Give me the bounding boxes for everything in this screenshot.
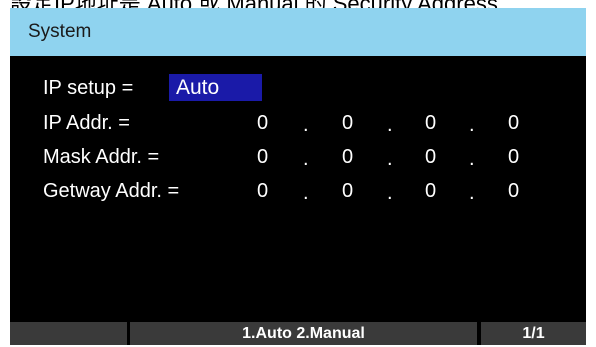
title-bar: System — [10, 8, 586, 56]
softkey-bar: 1.Auto 2.Manual 1/1 — [10, 320, 586, 345]
softkey-page-indicator[interactable]: 1/1 — [481, 322, 586, 345]
mask-addr-octet-1[interactable]: 0 — [257, 146, 268, 169]
mask-addr-octet-4[interactable]: 0 — [508, 146, 519, 169]
softkey-left[interactable] — [10, 322, 127, 345]
document-caption: 設定IP地址是 Auto 或 Manual 的 Security Address — [10, 0, 498, 8]
ip-addr-octet-3[interactable]: 0 — [425, 112, 436, 135]
ip-setup-label: IP setup = — [43, 77, 134, 99]
octet-separator: . — [469, 148, 475, 170]
mask-addr-octet-3[interactable]: 0 — [425, 146, 436, 169]
ip-addr-octet-2[interactable]: 0 — [342, 112, 353, 135]
octet-separator: . — [387, 148, 393, 170]
octet-separator: . — [387, 182, 393, 204]
octet-separator: . — [469, 182, 475, 204]
octet-separator: . — [469, 114, 475, 136]
octet-separator: . — [387, 114, 393, 136]
ip-setup-value-field[interactable]: Auto — [169, 74, 262, 101]
mask-addr-octet-2[interactable]: 0 — [342, 146, 353, 169]
gateway-addr-octet-2[interactable]: 0 — [342, 180, 353, 203]
mask-addr-label: Mask Addr. = — [43, 146, 160, 168]
ip-addr-label: IP Addr. = — [43, 112, 130, 134]
gateway-addr-label: Getway Addr. = — [43, 180, 180, 202]
softkey-mode-select[interactable]: 1.Auto 2.Manual — [130, 322, 477, 345]
instrument-screen: System IP setup = Auto IP Addr. = 0 . 0 … — [10, 8, 586, 345]
ip-addr-octet-4[interactable]: 0 — [508, 112, 519, 135]
octet-separator: . — [303, 148, 309, 170]
octet-separator: . — [303, 182, 309, 204]
gateway-addr-octet-3[interactable]: 0 — [425, 180, 436, 203]
gateway-addr-octet-4[interactable]: 0 — [508, 180, 519, 203]
document-caption-strip: 設定IP地址是 Auto 或 Manual 的 Security Address — [0, 0, 596, 8]
gateway-addr-octet-1[interactable]: 0 — [257, 180, 268, 203]
page-title: System — [28, 21, 92, 42]
ip-addr-octet-1[interactable]: 0 — [257, 112, 268, 135]
octet-separator: . — [303, 114, 309, 136]
